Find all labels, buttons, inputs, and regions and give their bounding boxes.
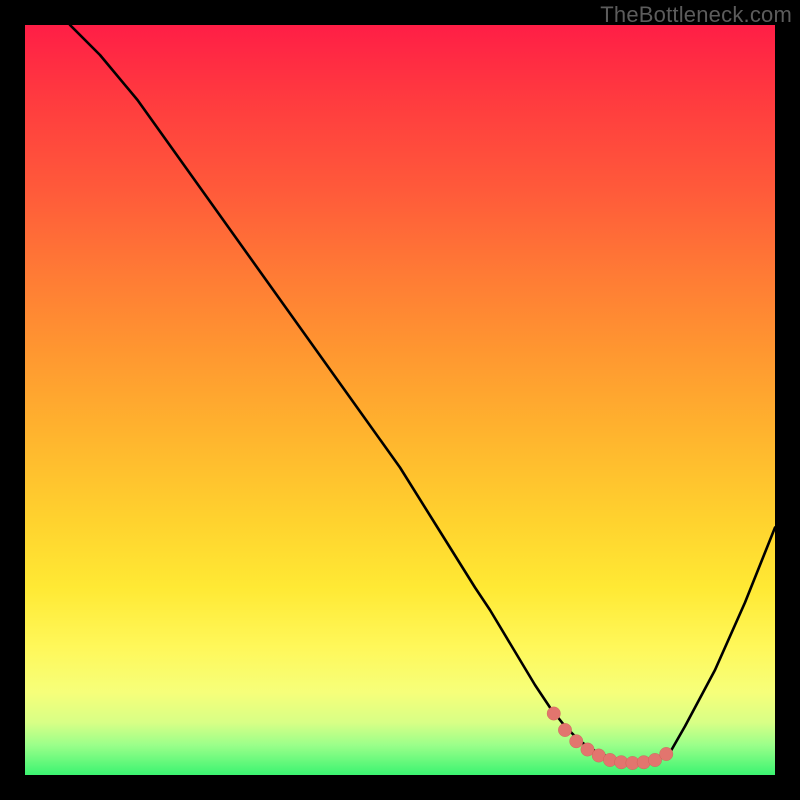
marker-dot xyxy=(547,707,561,721)
marker-dot xyxy=(660,747,674,761)
chart-stage: TheBottleneck.com xyxy=(0,0,800,800)
bottleneck-curve xyxy=(70,25,775,763)
curve-svg xyxy=(25,25,775,775)
watermark-text: TheBottleneck.com xyxy=(600,2,792,28)
marker-dot xyxy=(570,735,584,749)
marker-dot xyxy=(637,756,651,770)
marker-dot xyxy=(603,753,617,767)
optimal-range-markers xyxy=(547,707,673,770)
plot-area xyxy=(25,25,775,775)
marker-dot xyxy=(558,723,572,737)
